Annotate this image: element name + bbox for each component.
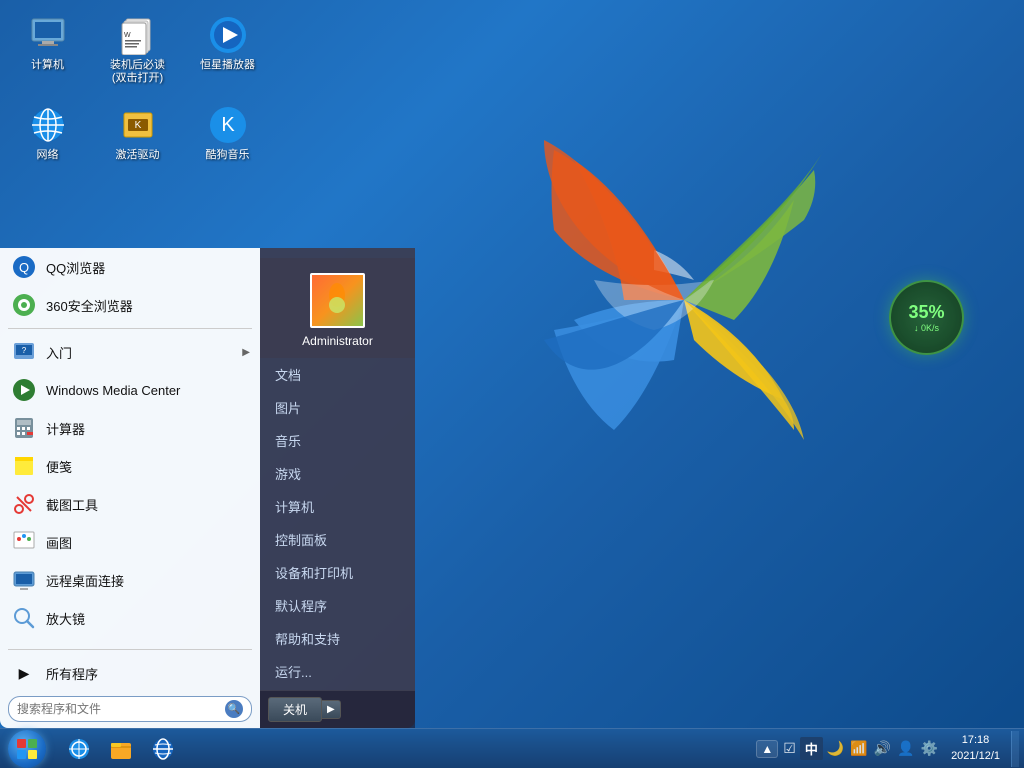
desktop: 计算机 W 装机后必读(双击打开) bbox=[0, 0, 1024, 768]
desktop-icon-qqmusic-label: 酷狗音乐 bbox=[206, 149, 250, 162]
user-profile: Administrator bbox=[260, 258, 415, 358]
tray-icon-checkbox[interactable]: ☑ bbox=[781, 738, 798, 759]
menu-item-sticky[interactable]: 便笺 bbox=[0, 447, 260, 485]
right-link-computer[interactable]: 计算机 bbox=[260, 490, 415, 523]
menu-divider-2 bbox=[8, 649, 252, 650]
menu-item-360-browser[interactable]: 360安全浏览器 bbox=[0, 286, 260, 324]
tray-icons: ☑ 中 🌙 📶 🔊 👤 ⚙️ bbox=[781, 737, 940, 760]
desktop-icons-container: 计算机 W 装机后必读(双击打开) bbox=[10, 10, 270, 168]
right-link-docs[interactable]: 文档 bbox=[260, 358, 415, 391]
show-desktop-button[interactable] bbox=[1011, 731, 1019, 767]
svg-text:K: K bbox=[221, 114, 235, 136]
start-orb bbox=[8, 730, 46, 768]
ime-indicator[interactable]: 中 bbox=[800, 737, 823, 760]
menu-item-calculator[interactable]: 计算器 bbox=[0, 409, 260, 447]
menu-item-intro[interactable]: ? 入门 ▶ bbox=[0, 333, 260, 371]
menu-item-paint-label: 画图 bbox=[46, 533, 250, 552]
desktop-icon-setup-label: 装机后必读(双击打开) bbox=[105, 59, 170, 85]
right-link-games[interactable]: 游戏 bbox=[260, 457, 415, 490]
desktop-icon-setup[interactable]: W 装机后必读(双击打开) bbox=[100, 10, 175, 90]
start-menu: Q QQ浏览器 360安全浏览器 ? 入门 ▶ bbox=[0, 248, 415, 728]
taskbar-app-explorer[interactable] bbox=[101, 731, 141, 767]
start-menu-right: Administrator 文档 图片 音乐 游戏 计算机 控制面板 设备和打印… bbox=[260, 248, 415, 728]
desktop-icon-network-label: 网络 bbox=[37, 149, 59, 162]
svg-text:?: ? bbox=[22, 346, 27, 355]
menu-item-all-programs[interactable]: ▶ 所有程序 bbox=[0, 654, 260, 692]
desktop-icon-qqmusic[interactable]: K 酷狗音乐 bbox=[190, 100, 265, 167]
taskbar-app-network[interactable] bbox=[59, 731, 99, 767]
desktop-icon-activate-label: 激活驱动 bbox=[116, 149, 160, 162]
clock-time: 17:18 bbox=[951, 733, 1000, 748]
power-arrow-button[interactable]: ▶ bbox=[322, 700, 341, 719]
menu-item-snipping-label: 截图工具 bbox=[46, 495, 250, 514]
search-input[interactable] bbox=[17, 702, 220, 716]
menu-item-wmc-label: Windows Media Center bbox=[46, 383, 250, 398]
right-link-help[interactable]: 帮助和支持 bbox=[260, 622, 415, 655]
network-speed: ↓ 0K/s bbox=[914, 323, 939, 333]
network-widget: 35% ↓ 0K/s bbox=[889, 280, 964, 355]
menu-item-360-label: 360安全浏览器 bbox=[46, 296, 250, 315]
right-link-devices[interactable]: 设备和打印机 bbox=[260, 556, 415, 589]
search-bar: 🔍 bbox=[8, 696, 252, 722]
tray-icon-volume[interactable]: 🔊 bbox=[872, 738, 893, 759]
svg-text:K: K bbox=[134, 120, 141, 131]
menu-item-calc-label: 计算器 bbox=[46, 419, 250, 438]
user-name: Administrator bbox=[302, 334, 373, 348]
menu-item-intro-label: 入门 bbox=[46, 343, 234, 362]
desktop-icon-network[interactable]: 网络 bbox=[10, 100, 85, 167]
start-menu-left: Q QQ浏览器 360安全浏览器 ? 入门 ▶ bbox=[0, 248, 260, 728]
taskbar-app-ie[interactable] bbox=[143, 731, 183, 767]
menu-item-magnifier-label: 放大镜 bbox=[46, 609, 250, 628]
start-button[interactable] bbox=[0, 729, 54, 768]
menu-item-baidu[interactable]: 百度一下 bbox=[0, 637, 260, 645]
user-avatar[interactable] bbox=[310, 273, 365, 328]
desktop-icon-computer-label: 计算机 bbox=[31, 59, 64, 72]
right-link-default-programs[interactable]: 默认程序 bbox=[260, 589, 415, 622]
menu-item-all-programs-label: 所有程序 bbox=[46, 664, 250, 683]
menu-item-sticky-label: 便笺 bbox=[46, 457, 250, 476]
search-button[interactable]: 🔍 bbox=[225, 700, 243, 718]
menu-divider-1 bbox=[8, 328, 252, 329]
tray-icon-network[interactable]: 📶 bbox=[848, 738, 869, 759]
power-button[interactable]: 关机 bbox=[268, 697, 322, 722]
right-link-run[interactable]: 运行... bbox=[260, 655, 415, 688]
right-link-pictures[interactable]: 图片 bbox=[260, 391, 415, 424]
right-link-control-panel[interactable]: 控制面板 bbox=[260, 523, 415, 556]
menu-item-snipping[interactable]: 截图工具 bbox=[0, 485, 260, 523]
menu-item-paint[interactable]: 画图 bbox=[0, 523, 260, 561]
desktop-icon-activate[interactable]: K 激活驱动 bbox=[100, 100, 175, 167]
tray-icon-moon[interactable]: 🌙 bbox=[825, 738, 846, 759]
desktop-icon-computer[interactable]: 计算机 bbox=[10, 10, 85, 90]
menu-item-qq-browser[interactable]: Q QQ浏览器 bbox=[0, 248, 260, 286]
menu-item-qq-browser-label: QQ浏览器 bbox=[46, 258, 250, 277]
tray-icon-gear[interactable]: ⚙️ bbox=[919, 738, 940, 759]
menu-item-wmc[interactable]: Windows Media Center bbox=[0, 371, 260, 409]
svg-text:Q: Q bbox=[19, 260, 29, 275]
start-menu-items: Q QQ浏览器 360安全浏览器 ? 入门 ▶ bbox=[0, 248, 260, 645]
tray-notification[interactable]: ▲ bbox=[756, 740, 778, 758]
right-link-music[interactable]: 音乐 bbox=[260, 424, 415, 457]
power-area: 关机 ▶ bbox=[260, 690, 415, 728]
network-percent: 35% bbox=[908, 302, 944, 323]
clock[interactable]: 17:18 2021/12/1 bbox=[943, 731, 1008, 766]
menu-item-remote-label: 远程桌面连接 bbox=[46, 571, 250, 590]
desktop-icon-media-label: 恒星播放器 bbox=[200, 59, 255, 72]
system-tray: ▲ ☑ 中 🌙 📶 🔊 👤 ⚙️ 17:18 2021/12/1 bbox=[756, 731, 1024, 767]
taskbar: ▲ ☑ 中 🌙 📶 🔊 👤 ⚙️ 17:18 2021/12/1 bbox=[0, 728, 1024, 768]
taskbar-apps bbox=[54, 729, 183, 768]
desktop-icon-media-player[interactable]: 恒星播放器 bbox=[190, 10, 265, 90]
menu-item-magnifier[interactable]: 放大镜 bbox=[0, 599, 260, 637]
tray-icon-user[interactable]: 👤 bbox=[895, 738, 916, 759]
svg-text:W: W bbox=[124, 32, 131, 39]
windows-flag bbox=[494, 100, 874, 500]
menu-item-remote[interactable]: 远程桌面连接 bbox=[0, 561, 260, 599]
clock-date: 2021/12/1 bbox=[951, 749, 1000, 764]
